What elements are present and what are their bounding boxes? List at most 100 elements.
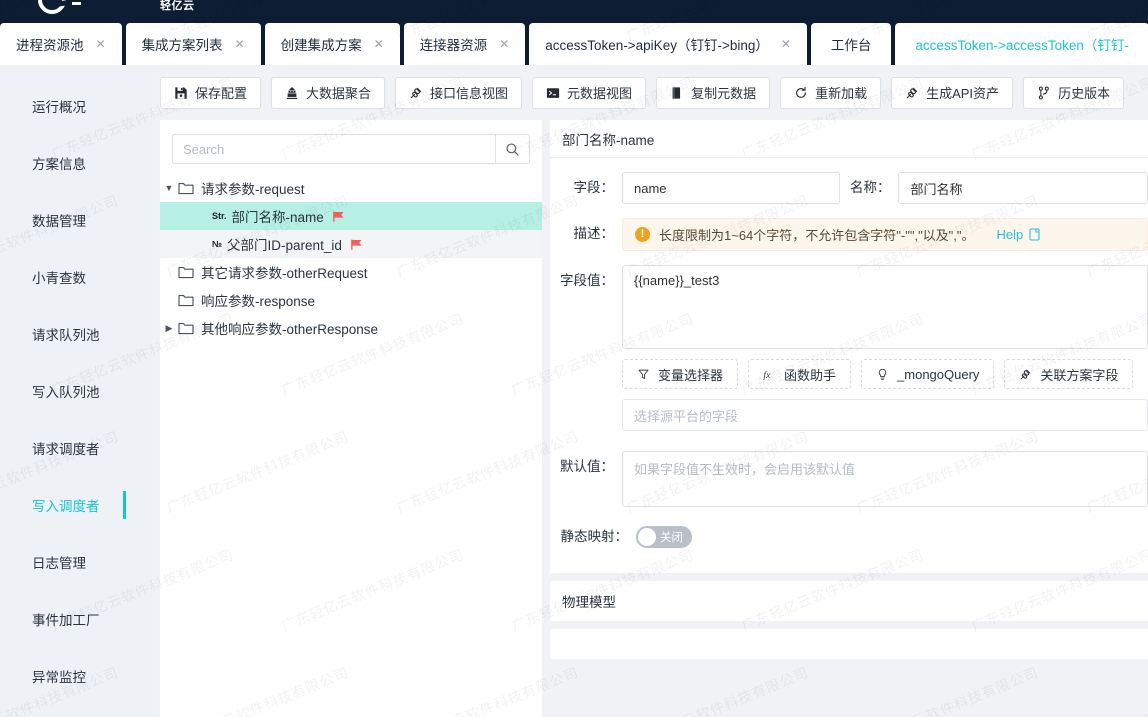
tree-node-2[interactable]: ▶Str.部门名称-name bbox=[160, 202, 542, 230]
folder-icon bbox=[178, 183, 194, 195]
sidebar-item-label: 事件加工厂 bbox=[32, 612, 100, 628]
tree-node-1[interactable]: ▼ 请求参数-request bbox=[160, 174, 542, 202]
sidebar-item-10[interactable]: 事件加工厂 bbox=[0, 590, 152, 647]
tab-2[interactable]: 集成方案列表 ✕ bbox=[125, 23, 261, 65]
sidebar-item-2[interactable]: 方案信息 bbox=[0, 134, 152, 191]
chevron-right-icon[interactable]: ▶ bbox=[160, 323, 178, 334]
toolbar-button-6[interactable]: 重新加载 bbox=[780, 76, 882, 109]
field-detail-title: 部门名称-name bbox=[550, 120, 1148, 158]
tree-node-3[interactable]: ▶№父部门ID-parent_id bbox=[160, 230, 542, 258]
toolbar-button-label: 重新加载 bbox=[815, 86, 868, 101]
tab-close-icon[interactable]: ✕ bbox=[781, 38, 791, 50]
toolbar-button-label: 生成API资产 bbox=[926, 86, 1000, 101]
field-input[interactable] bbox=[622, 172, 841, 204]
search-input[interactable] bbox=[173, 135, 495, 163]
tab-label: 集成方案列表 bbox=[141, 38, 223, 53]
external-doc-icon[interactable] bbox=[1029, 228, 1041, 241]
tree-node-6[interactable]: ▶ 其他响应参数-otherResponse bbox=[160, 314, 542, 342]
chevron-down-icon[interactable]: ▼ bbox=[160, 183, 178, 193]
field-tool-chip-label: 变量选择器 bbox=[658, 367, 724, 383]
field-value-textarea[interactable] bbox=[622, 265, 1148, 349]
static-mapping-row: 静态映射： 关闭 bbox=[550, 521, 1148, 553]
tree-node-label: 响应参数-response bbox=[201, 294, 316, 309]
flag-icon bbox=[332, 211, 344, 222]
link-icon bbox=[410, 87, 422, 98]
toggle-knob bbox=[638, 528, 656, 546]
sidebar-item-7[interactable]: 请求调度者 bbox=[0, 419, 152, 476]
tab-6[interactable]: 工作台 bbox=[810, 23, 892, 65]
sidebar: 运行概况方案信息数据管理小青查数 请求队列池写入队列池请求调度者写入调度者日志管理… bbox=[0, 65, 152, 717]
sidebar-item-4[interactable]: 小青查数 bbox=[0, 248, 152, 305]
description-label: 描述： bbox=[573, 226, 615, 241]
toolbar-button-8[interactable]: 历史版本 bbox=[1023, 76, 1125, 109]
toolbar-button-5[interactable]: 复制元数据 bbox=[656, 76, 771, 109]
tab-close-icon[interactable]: ✕ bbox=[235, 38, 245, 50]
sidebar-item-6[interactable]: 写入队列池 bbox=[0, 362, 152, 419]
field-tool-chip-1[interactable]: 变量选择器 bbox=[622, 359, 739, 389]
toolbar-button-2[interactable]: 大数据聚合 bbox=[271, 76, 386, 109]
tab-label: 连接器资源 bbox=[419, 38, 488, 53]
tab-label: 工作台 bbox=[830, 38, 872, 53]
tree-node-4[interactable]: ▶其它请求参数-otherRequest bbox=[160, 258, 542, 286]
tree-node-label: 其他响应参数-otherResponse bbox=[201, 322, 379, 337]
sidebar-item-label: 数据管理 bbox=[32, 213, 86, 229]
toolbar-button-1[interactable]: 保存配置 bbox=[160, 76, 262, 109]
tree-node-5[interactable]: ▶响应参数-response bbox=[160, 286, 542, 314]
default-value-textarea[interactable] bbox=[622, 451, 1148, 507]
toolbar-button-label: 元数据视图 bbox=[567, 86, 633, 101]
sidebar-item-8[interactable]: 写入调度者 bbox=[0, 476, 152, 533]
tab-close-icon[interactable]: ✕ bbox=[499, 38, 509, 50]
sidebar-item-label: 方案信息 bbox=[32, 156, 86, 172]
tab-close-icon[interactable]: ✕ bbox=[96, 38, 106, 50]
name-input[interactable] bbox=[898, 172, 1148, 204]
field-tool-chip-3[interactable]: _mongoQuery bbox=[861, 359, 995, 389]
brand-logo-icon bbox=[38, 0, 66, 14]
value-type-badge: Str. bbox=[212, 211, 227, 221]
toolbar-button-3[interactable]: 接口信息视图 bbox=[395, 76, 523, 109]
field-label: 字段： bbox=[573, 180, 615, 195]
help-link[interactable]: Help bbox=[997, 227, 1024, 242]
toggle-state-label: 关闭 bbox=[660, 532, 683, 544]
tab-close-icon[interactable]: ✕ bbox=[374, 38, 384, 50]
field-tool-chip-label: 函数助手 bbox=[784, 367, 837, 383]
field-tool-chip-label: _mongoQuery bbox=[897, 366, 980, 382]
sidebar-item-label: 写入调度者 bbox=[32, 498, 100, 514]
tab-7[interactable]: accessToken->accessToken（钉钉- bbox=[895, 23, 1148, 65]
tab-label: accessToken->apiKey（钉钉->bing） bbox=[545, 38, 769, 53]
link-icon bbox=[906, 87, 918, 98]
copy-icon bbox=[672, 86, 681, 99]
tab-3[interactable]: 创建集成方案 ✕ bbox=[264, 23, 400, 65]
physical-model-card: 物理模型 bbox=[550, 581, 1148, 621]
tab-5[interactable]: accessToken->apiKey（钉钉->bing） ✕ bbox=[529, 23, 807, 65]
sidebar-item-5[interactable]: 请求队列池 bbox=[0, 305, 152, 362]
warning-icon: ! bbox=[635, 227, 650, 242]
folder-icon bbox=[178, 295, 194, 307]
tab-1[interactable]: 进程资源池 ✕ bbox=[0, 23, 122, 65]
tab-4[interactable]: 连接器资源 ✕ bbox=[403, 23, 526, 65]
field-tool-chip-2[interactable]: fx 函数助手 bbox=[748, 359, 852, 389]
sidebar-item-9[interactable]: 日志管理 bbox=[0, 533, 152, 590]
tree-node-label: 其它请求参数-otherRequest bbox=[201, 266, 368, 281]
sidebar-item-11[interactable]: 异常监控 bbox=[0, 647, 152, 704]
toolbar-button-4[interactable]: 元数据视图 bbox=[532, 76, 647, 109]
value-type-badge: № bbox=[212, 239, 223, 249]
sidebar-item-label: 运行概况 bbox=[32, 99, 86, 115]
default-value-label: 默认值： bbox=[560, 459, 614, 474]
sidebar-item-3[interactable]: 数据管理 bbox=[0, 191, 152, 248]
search-button[interactable] bbox=[495, 135, 529, 163]
field-tool-chip-4[interactable]: 关联方案字段 bbox=[1004, 359, 1134, 389]
sidebar-item-1[interactable]: 运行概况 bbox=[0, 77, 152, 134]
bulb-icon bbox=[878, 368, 887, 380]
tree-node-label: 请求参数-request bbox=[201, 182, 305, 197]
tree-node-label: 父部门ID-parent_id bbox=[227, 238, 342, 253]
sidebar-item-label: 写入队列池 bbox=[32, 384, 100, 400]
folder-icon-wrap bbox=[178, 265, 201, 279]
field-value-label: 字段值： bbox=[560, 273, 614, 288]
flag-icon bbox=[351, 239, 362, 250]
default-value-row: 默认值： bbox=[550, 451, 1148, 507]
description-row: 描述： ! 长度限制为1~64个字符，不允许包含字符"-"","以及","。 H… bbox=[550, 218, 1148, 251]
source-field-select[interactable]: 选择源平台的字段 bbox=[622, 399, 1148, 431]
toolbar-button-7[interactable]: 生成API资产 bbox=[891, 76, 1014, 109]
toolbar-button-label: 接口信息视图 bbox=[430, 86, 509, 101]
static-mapping-toggle[interactable]: 关闭 bbox=[636, 526, 692, 548]
